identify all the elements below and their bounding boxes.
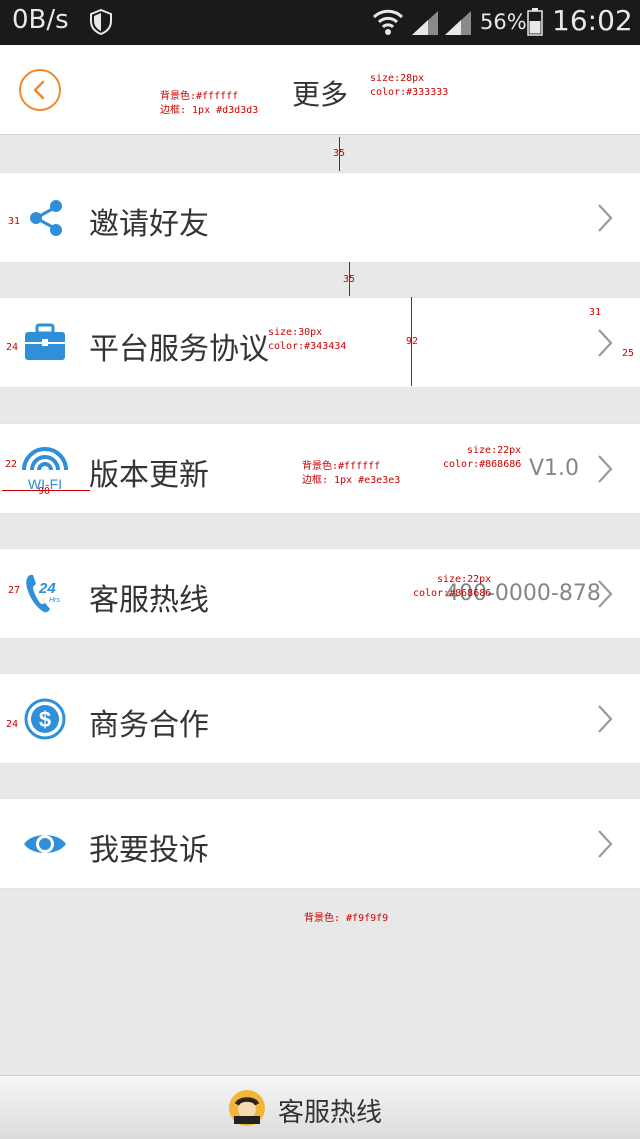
annotation-gap-line <box>339 137 340 171</box>
annotation-icon-width: 90 <box>38 486 51 497</box>
annotation-phone-color: color:#868686 <box>413 588 492 599</box>
annotation-chevron-right: 25 <box>622 348 635 359</box>
annotation-icon-width-line <box>2 490 90 491</box>
row-label: 版本更新 <box>89 458 209 493</box>
row-customer-hotline[interactable]: 24 Hrs 客服热线 400-0000-878 <box>0 548 640 639</box>
annotation-header-bg: 背景色:#ffffff 边框: 1px #d3d3d3 <box>160 91 259 116</box>
header: 更多 <box>0 45 640 135</box>
row-label: 客服热线 <box>89 583 209 618</box>
annotation-left-spacing: 24 <box>6 342 19 353</box>
annotation-page-bg: 背景色: #f9f9f9 <box>304 913 389 924</box>
status-bar: 0B/s 56% 16:02 <box>0 0 640 45</box>
annotation-gap-line <box>349 262 350 296</box>
version-value: V1.0 <box>529 456 580 481</box>
row-label: 邀请好友 <box>89 207 209 242</box>
annotation-title-size: size:28px color:#333333 <box>370 73 449 98</box>
annotation-left-spacing: 31 <box>8 216 21 227</box>
annotation-chevron-top: 31 <box>589 307 602 318</box>
annotation-label-size: size:30px color:#343434 <box>268 327 347 352</box>
page-title: 更多 <box>291 78 348 111</box>
row-label: 商务合作 <box>89 708 209 743</box>
battery-percent: 56% <box>480 10 527 34</box>
signal-icon <box>443 9 473 41</box>
row-complaint[interactable]: 我要投诉 <box>0 798 640 889</box>
network-speed: 0B/s <box>12 5 69 35</box>
row-label: 平台服务协议 <box>89 332 269 367</box>
bottom-hotline-label: 客服热线 <box>278 1098 383 1128</box>
bottom-hotline-bar[interactable]: 客服热线 <box>0 1075 640 1139</box>
row-invite-friends[interactable]: 邀请好友 <box>0 172 640 263</box>
wifi-icon <box>372 7 404 41</box>
phone-icon-hrs: Hrs <box>49 597 60 604</box>
share-icon <box>22 195 68 241</box>
annotation-left-spacing: 27 <box>8 585 21 596</box>
row-label: 我要投诉 <box>89 833 209 868</box>
svg-text:$: $ <box>39 707 51 732</box>
chevron-right-icon <box>598 580 613 608</box>
phone-icon-hours: 24 <box>38 580 56 597</box>
chevron-right-icon <box>598 830 613 858</box>
annotation-phone-size: size:22px <box>437 574 492 585</box>
annotation-value-color: color:#868686 <box>443 459 522 470</box>
chevron-right-icon <box>598 705 613 733</box>
clock: 16:02 <box>552 4 633 37</box>
annotation-left-spacing: 24 <box>6 719 19 730</box>
chevron-right-icon <box>598 204 613 232</box>
shield-icon <box>89 8 113 39</box>
customer-service-avatar-icon <box>228 1089 266 1131</box>
phone-24hrs-icon: 24 Hrs <box>22 571 68 617</box>
battery-icon <box>527 8 543 40</box>
annotation-row-height-line <box>411 297 412 386</box>
chevron-right-icon <box>598 455 613 483</box>
dollar-icon: $ <box>22 696 68 742</box>
signal-icon <box>410 9 440 41</box>
annotation-value-size: size:22px <box>467 445 522 456</box>
eye-icon <box>22 821 68 867</box>
briefcase-icon <box>22 320 68 366</box>
chevron-right-icon <box>598 329 613 357</box>
annotation-row-height: 92 <box>406 336 419 347</box>
row-business-cooperation[interactable]: $ 商务合作 <box>0 673 640 764</box>
annotation-left-spacing: 22 <box>5 459 18 470</box>
annotation-row-bg: 背景色:#ffffff 边框: 1px #e3e3e3 <box>302 461 401 486</box>
